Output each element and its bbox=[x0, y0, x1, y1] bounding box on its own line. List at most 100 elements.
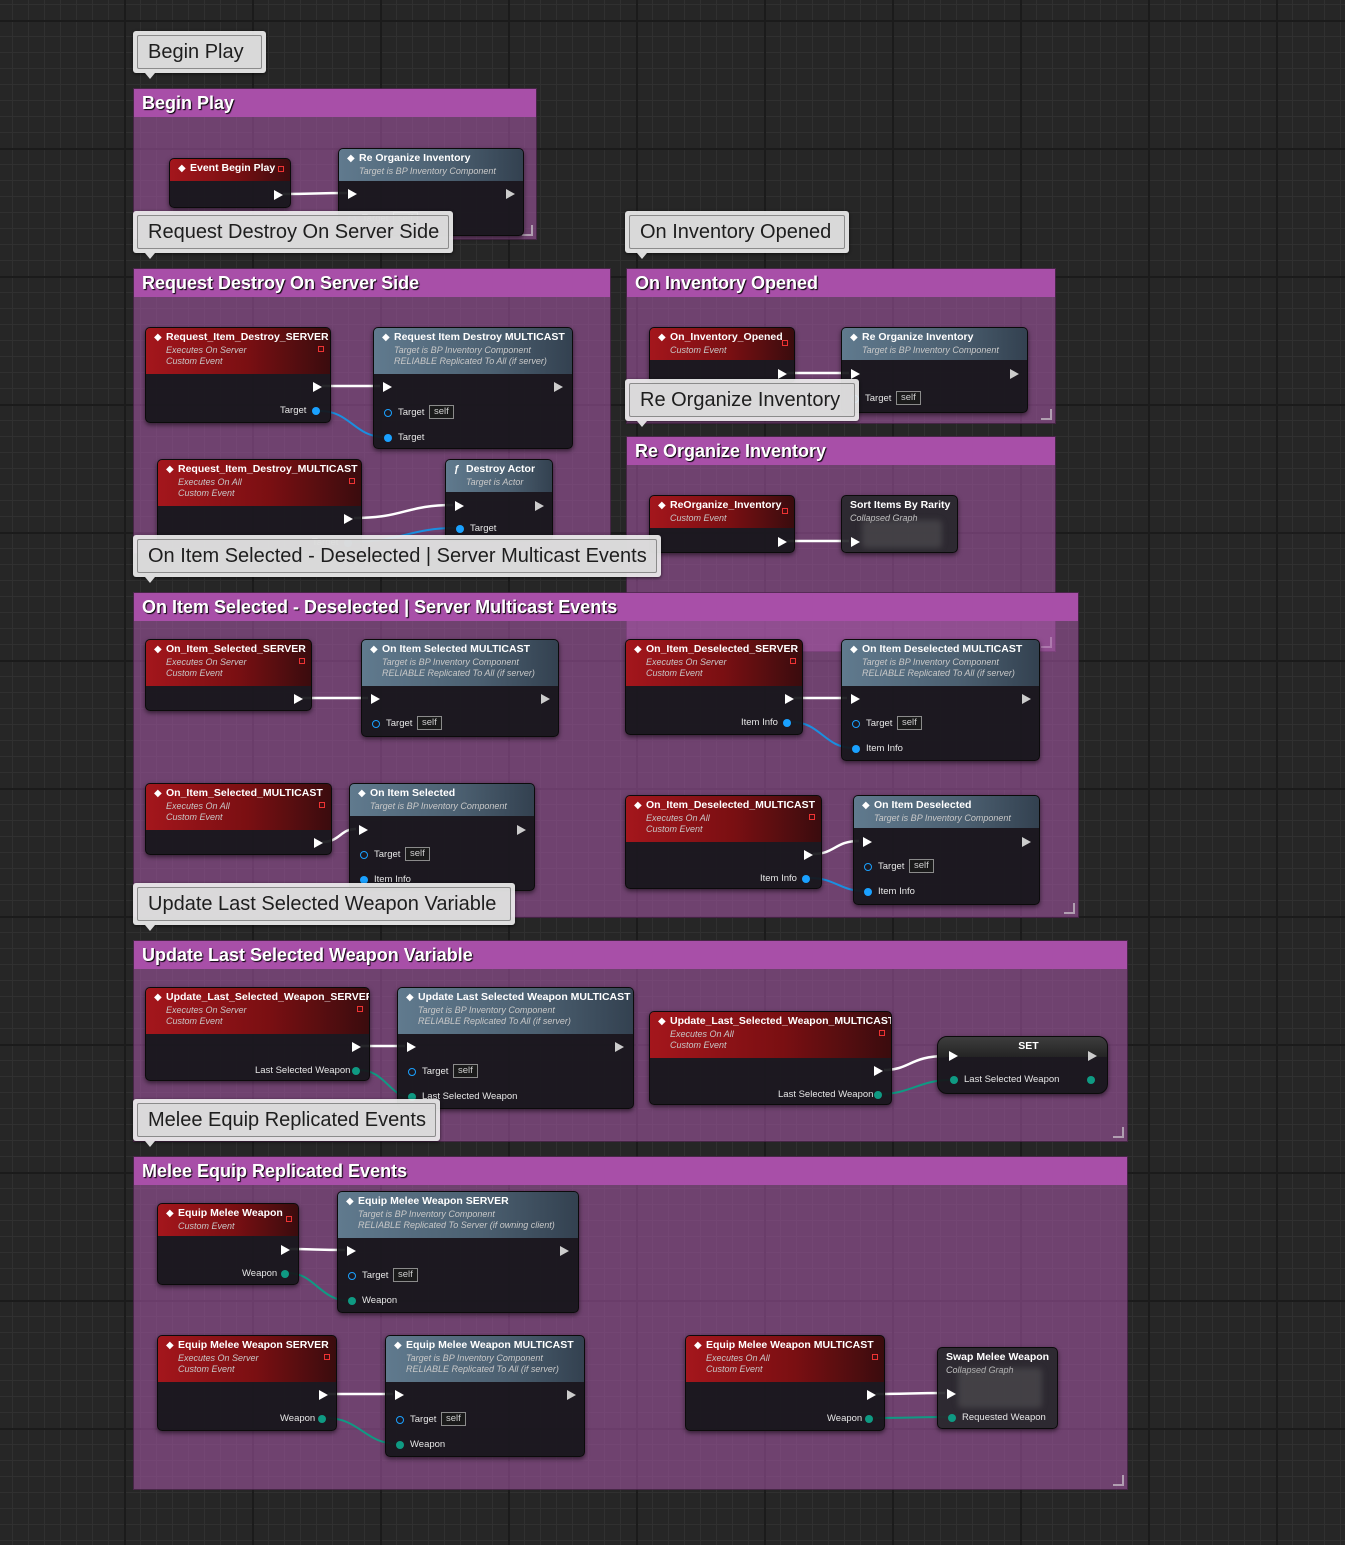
delegate-pin[interactable] bbox=[319, 802, 325, 808]
item-info-out-pin[interactable] bbox=[802, 875, 810, 883]
exec-in-pin[interactable] bbox=[455, 501, 464, 511]
update-last-selected-weapon-multicast-call-node[interactable]: ◆ Update Last Selected Weapon MULTICAST T… bbox=[397, 987, 634, 1109]
exec-in-pin[interactable] bbox=[949, 1051, 958, 1061]
weapon-in-pin[interactable] bbox=[950, 1076, 958, 1084]
comment-bubble-begin-play[interactable]: Begin Play bbox=[133, 31, 266, 79]
self-default[interactable]: self bbox=[453, 1064, 478, 1078]
update-last-selected-weapon-server-node[interactable]: ◆ Update_Last_Selected_Weapon_SERVER Exec… bbox=[145, 987, 370, 1081]
delegate-pin[interactable] bbox=[872, 1354, 878, 1360]
target-param-pin[interactable] bbox=[384, 434, 392, 442]
exec-out-pin[interactable] bbox=[1010, 369, 1019, 379]
delegate-pin[interactable] bbox=[299, 658, 305, 664]
on-item-deselected-multicast-call-node[interactable]: ◆ On Item Deselected MULTICAST Target is … bbox=[841, 639, 1040, 761]
self-default[interactable]: self bbox=[429, 405, 454, 419]
target-pin[interactable] bbox=[348, 1272, 356, 1280]
delegate-pin[interactable] bbox=[324, 1354, 330, 1360]
target-pin[interactable] bbox=[372, 720, 380, 728]
exec-out-pin[interactable] bbox=[567, 1390, 576, 1400]
exec-out-pin[interactable] bbox=[615, 1042, 624, 1052]
comment-bubble-update-last[interactable]: Update Last Selected Weapon Variable bbox=[133, 883, 515, 931]
exec-in-pin[interactable] bbox=[407, 1042, 416, 1052]
delegate-pin[interactable] bbox=[278, 166, 284, 172]
exec-out-pin[interactable] bbox=[535, 501, 544, 511]
self-default[interactable]: self bbox=[909, 859, 934, 873]
comment-bubble-re-organize[interactable]: Re Organize Inventory bbox=[625, 379, 859, 427]
exec-out-pin[interactable] bbox=[313, 382, 322, 392]
exec-out-pin[interactable] bbox=[344, 514, 353, 524]
comment-bubble-item-selected[interactable]: On Item Selected - Deselected | Server M… bbox=[133, 535, 661, 583]
delegate-pin[interactable] bbox=[879, 1030, 885, 1036]
exec-out-pin[interactable] bbox=[874, 1066, 883, 1076]
exec-in-pin[interactable] bbox=[359, 825, 368, 835]
exec-in-pin[interactable] bbox=[347, 1246, 356, 1256]
delegate-pin[interactable] bbox=[349, 478, 355, 484]
exec-out-pin[interactable] bbox=[294, 694, 303, 704]
on-inventory-opened-node[interactable]: ◆ On_Inventory_Opened Custom Event bbox=[649, 327, 795, 383]
self-default[interactable]: self bbox=[405, 847, 430, 861]
item-info-out-pin[interactable] bbox=[783, 719, 791, 727]
destroy-actor-node[interactable]: ƒ Destroy Actor Target is Actor Target bbox=[445, 459, 553, 541]
equip-melee-weapon-event-node[interactable]: ◆ Equip Melee Weapon Custom Event Weapon bbox=[157, 1203, 299, 1285]
exec-out-pin[interactable] bbox=[517, 825, 526, 835]
weapon-out-pin[interactable] bbox=[352, 1067, 360, 1075]
delegate-pin[interactable] bbox=[357, 1006, 363, 1012]
self-default[interactable]: self bbox=[393, 1268, 418, 1282]
exec-out-pin[interactable] bbox=[1022, 694, 1031, 704]
target-pin[interactable] bbox=[360, 851, 368, 859]
exec-out-pin[interactable] bbox=[319, 1390, 328, 1400]
exec-out-pin[interactable] bbox=[541, 694, 550, 704]
on-item-deselected-node[interactable]: ◆ On Item Deselected Target is BP Invento… bbox=[853, 795, 1040, 905]
item-info-pin[interactable] bbox=[864, 888, 872, 896]
exec-out-pin[interactable] bbox=[778, 369, 787, 379]
target-out-pin[interactable] bbox=[312, 407, 320, 415]
exec-in-pin[interactable] bbox=[851, 694, 860, 704]
weapon-pin[interactable] bbox=[396, 1441, 404, 1449]
exec-in-pin[interactable] bbox=[863, 837, 872, 847]
delegate-pin[interactable] bbox=[286, 1216, 292, 1222]
exec-in-pin[interactable] bbox=[851, 369, 860, 379]
comment-bubble-request-destroy[interactable]: Request Destroy On Server Side bbox=[133, 211, 453, 259]
comment-bubble-inventory-opened[interactable]: On Inventory Opened bbox=[625, 211, 849, 259]
event-begin-play-node[interactable]: ◆ Event Begin Play bbox=[169, 158, 291, 208]
exec-out-pin[interactable] bbox=[314, 838, 323, 848]
target-pin[interactable] bbox=[456, 525, 464, 533]
weapon-out-pin[interactable] bbox=[865, 1415, 873, 1423]
on-item-deselected-multicast-event-node[interactable]: ◆ On_Item_Deselected_MULTICAST Executes O… bbox=[625, 795, 822, 889]
delegate-pin[interactable] bbox=[318, 346, 324, 352]
reorganize-inventory-event-node[interactable]: ◆ ReOrganize_Inventory Custom Event bbox=[649, 495, 795, 553]
exec-out-pin[interactable] bbox=[506, 189, 515, 199]
exec-in-pin[interactable] bbox=[395, 1390, 404, 1400]
weapon-pin[interactable] bbox=[348, 1297, 356, 1305]
exec-in-pin[interactable] bbox=[947, 1389, 956, 1399]
delegate-pin[interactable] bbox=[809, 814, 815, 820]
exec-out-pin[interactable] bbox=[778, 537, 787, 547]
exec-out-pin[interactable] bbox=[804, 850, 813, 860]
item-info-pin[interactable] bbox=[852, 745, 860, 753]
target-pin[interactable] bbox=[396, 1416, 404, 1424]
target-pin[interactable] bbox=[408, 1068, 416, 1076]
exec-out-pin[interactable] bbox=[274, 190, 283, 200]
on-item-selected-node[interactable]: ◆ On Item Selected Target is BP Inventory… bbox=[349, 783, 535, 891]
exec-out-pin[interactable] bbox=[554, 382, 563, 392]
exec-in-pin[interactable] bbox=[851, 537, 860, 547]
sort-items-by-rarity-node[interactable]: Sort Items By Rarity Collapsed Graph bbox=[841, 495, 958, 553]
exec-out-pin[interactable] bbox=[352, 1042, 361, 1052]
delegate-pin[interactable] bbox=[782, 340, 788, 346]
weapon-out-pin[interactable] bbox=[318, 1415, 326, 1423]
exec-in-pin[interactable] bbox=[348, 189, 357, 199]
equip-melee-weapon-multicast-call-node[interactable]: ◆ Equip Melee Weapon MULTICAST Target is … bbox=[385, 1335, 585, 1457]
on-item-deselected-server-node[interactable]: ◆ On_Item_Deselected_SERVER Executes On S… bbox=[625, 639, 803, 735]
set-variable-node[interactable]: SET Last Selected Weapon bbox=[937, 1036, 1108, 1094]
exec-out-pin[interactable] bbox=[1088, 1051, 1097, 1061]
self-default[interactable]: self bbox=[441, 1412, 466, 1426]
exec-in-pin[interactable] bbox=[371, 694, 380, 704]
weapon-out-pin[interactable] bbox=[1087, 1076, 1095, 1084]
on-item-selected-multicast-event-node[interactable]: ◆ On_Item_Selected_MULTICAST Executes On … bbox=[145, 783, 332, 855]
on-item-selected-server-node[interactable]: ◆ On_Item_Selected_SERVER Executes On Ser… bbox=[145, 639, 312, 711]
request-item-destroy-multicast-call-node[interactable]: ◆ Request Item Destroy MULTICAST Target i… bbox=[373, 327, 573, 449]
delegate-pin[interactable] bbox=[782, 508, 788, 514]
self-default[interactable]: self bbox=[896, 391, 921, 405]
update-last-selected-weapon-multicast-event-node[interactable]: ◆ Update_Last_Selected_Weapon_MULTICAST E… bbox=[649, 1011, 892, 1105]
exec-out-pin[interactable] bbox=[867, 1390, 876, 1400]
on-item-selected-multicast-call-node[interactable]: ◆ On Item Selected MULTICAST Target is BP… bbox=[361, 639, 559, 737]
